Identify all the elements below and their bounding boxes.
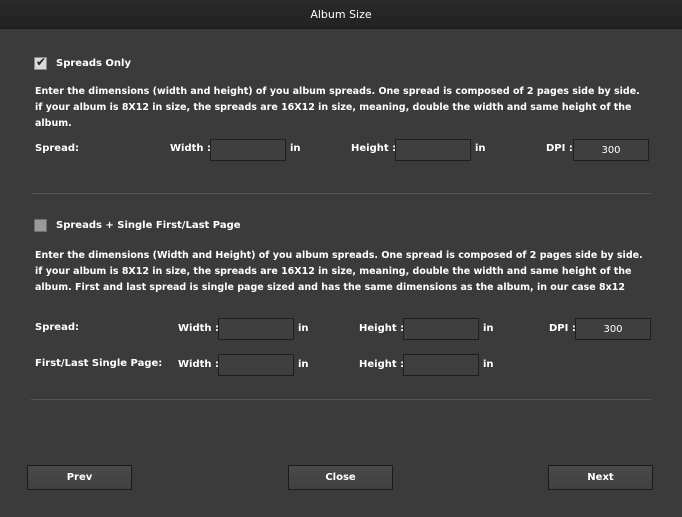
spreads-only-description: Enter the dimensions (width and height) … bbox=[35, 86, 640, 129]
spread-width-unit-2: in bbox=[298, 323, 309, 334]
close-button[interactable]: Close bbox=[288, 465, 393, 490]
spread-height-label: Height : bbox=[351, 143, 397, 154]
spread-height-input[interactable] bbox=[395, 139, 471, 161]
single-height-unit: in bbox=[483, 359, 494, 370]
single-width-label: Width : bbox=[178, 359, 219, 370]
spread-row-label: Spread: bbox=[35, 143, 79, 154]
dpi-label: DPI : bbox=[546, 143, 573, 154]
spread-height-unit-2: in bbox=[483, 323, 494, 334]
single-width-unit: in bbox=[298, 359, 309, 370]
spread-width-label: Width : bbox=[170, 143, 211, 154]
spreads-single-label: Spreads + Single First/Last Page bbox=[56, 220, 241, 231]
single-height-label: Height : bbox=[359, 359, 405, 370]
spreads-only-label: Spreads Only bbox=[56, 58, 131, 69]
single-width-input[interactable] bbox=[218, 354, 294, 376]
dpi-input[interactable] bbox=[573, 139, 649, 161]
section-divider-2 bbox=[31, 399, 651, 400]
spread-width-label-2: Width : bbox=[178, 323, 219, 334]
single-height-input[interactable] bbox=[403, 354, 479, 376]
spread-height-unit: in bbox=[475, 143, 486, 154]
spread-width-input-2[interactable] bbox=[218, 318, 294, 340]
prev-button[interactable]: Prev bbox=[27, 465, 132, 490]
spreads-single-checkbox[interactable] bbox=[34, 219, 47, 232]
spread-width-input[interactable] bbox=[210, 139, 286, 161]
spreads-single-description: Enter the dimensions (Width and Height) … bbox=[35, 250, 643, 293]
next-button[interactable]: Next bbox=[548, 465, 653, 490]
dpi-input-2[interactable] bbox=[575, 318, 651, 340]
single-page-row-label: First/Last Single Page: bbox=[35, 358, 163, 369]
checkmark-icon: ✔ bbox=[36, 55, 47, 69]
spreads-only-checkbox[interactable]: ✔ bbox=[34, 55, 47, 70]
spread-height-label-2: Height : bbox=[359, 323, 405, 334]
window-title: Album Size bbox=[0, 0, 682, 29]
spread-width-unit: in bbox=[290, 143, 301, 154]
dpi-label-2: DPI : bbox=[549, 323, 576, 334]
section-divider bbox=[31, 193, 651, 194]
spread-row-label-2: Spread: bbox=[35, 322, 79, 333]
spread-height-input-2[interactable] bbox=[403, 318, 479, 340]
